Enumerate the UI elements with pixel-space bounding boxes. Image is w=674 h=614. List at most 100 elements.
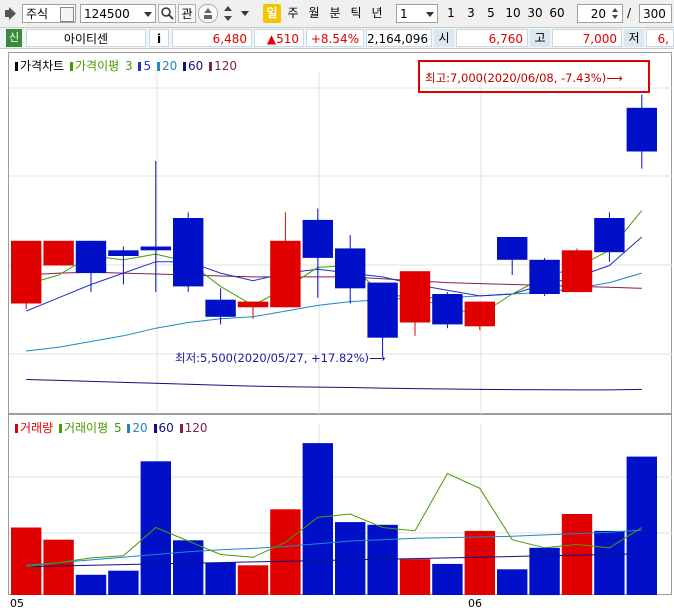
interval-3[interactable]: 3 [463, 4, 479, 23]
credit-badge: 신 [6, 29, 22, 47]
updown-spinner[interactable] [220, 4, 236, 23]
change-rate: +8.54% [306, 29, 364, 47]
candle-body [561, 250, 593, 293]
candle-body [108, 250, 139, 256]
link-icon [204, 8, 212, 19]
price-ma-label: 가격이평 [75, 59, 120, 73]
volume-chart-panel[interactable]: 거래량 거래이평 5 20 60 120 [8, 414, 673, 596]
trade-volume: 2,164,096 [366, 29, 432, 47]
legend-marker [127, 424, 131, 433]
current-price: 6,480 [172, 29, 252, 47]
legend-marker [138, 62, 142, 71]
market-select[interactable]: 주식 [22, 4, 76, 23]
chevron-down-icon [241, 11, 249, 16]
legend-marker [153, 424, 157, 433]
period-year[interactable]: 년 [368, 4, 386, 23]
low-price: 6, [646, 29, 674, 47]
price-chart-title: 가격차트 [20, 59, 65, 73]
interval-60[interactable]: 60 [547, 4, 567, 23]
count-value: 20 [590, 7, 606, 21]
price-ma-20: 20 [161, 59, 178, 73]
volume-bar [594, 530, 625, 595]
candle-body [237, 301, 269, 308]
volume-bar [75, 574, 107, 596]
candle-body [626, 107, 657, 152]
dropdown-button[interactable] [238, 4, 252, 23]
candle-body [529, 259, 560, 294]
volume-ma-60: 60 [158, 421, 174, 435]
link-button[interactable] [198, 4, 218, 23]
candle-body [270, 240, 301, 308]
volume-ma-120: 120 [184, 421, 208, 435]
volume-bar [108, 570, 139, 595]
info-icon[interactable]: i [149, 29, 169, 47]
price-ma-120: 120 [214, 59, 238, 73]
candle-body [432, 294, 463, 325]
market-value: 주식 [26, 7, 49, 21]
volume-bar [302, 443, 333, 595]
dock-arrow-icon[interactable] [4, 4, 18, 23]
interval-1[interactable]: 1 [443, 4, 459, 23]
volume-bar [497, 569, 528, 595]
legend-marker [209, 62, 213, 71]
volume-bar [173, 540, 204, 595]
search-button[interactable] [158, 4, 176, 23]
spin-arrows-icon [612, 8, 618, 19]
candle-body [205, 299, 236, 317]
count-input[interactable]: 20 [577, 4, 623, 23]
period-minute[interactable]: 분 [326, 4, 344, 23]
candle-body [140, 246, 171, 251]
slash-separator: / [627, 6, 632, 20]
stock-info-bar: 신 아이티센 i 6,480 ▲510 +8.54% 2,164,096 시 6… [0, 28, 674, 49]
period-week[interactable]: 주 [284, 4, 302, 23]
volume-chart-title: 거래량 [20, 421, 54, 435]
interval-5[interactable]: 5 [483, 4, 499, 23]
magnifier-icon [161, 7, 174, 20]
period-month[interactable]: 월 [305, 4, 323, 23]
chevron-down-icon [426, 12, 434, 17]
candle-body [302, 219, 333, 258]
period-tick[interactable]: 틱 [347, 4, 365, 23]
price-legend: 가격차트 가격이평 3 5 20 60 120 [15, 57, 239, 74]
high-price: 7,000 [552, 29, 622, 47]
total-count-value: 300 [643, 7, 666, 21]
low-label: 저 [624, 29, 644, 47]
min-price-annotation: 최저:5,500(2020/05/27, +17.82%)⟶ [175, 351, 386, 365]
price-ma-60: 60 [188, 59, 204, 73]
volume-ma-label: 거래이평 [63, 421, 109, 435]
volume-ma-20: 20 [132, 421, 148, 435]
total-count-input[interactable]: 300 [639, 4, 672, 23]
code-input[interactable]: 124500 [80, 4, 156, 23]
x-axis-label-june: 06 [468, 597, 482, 610]
volume-bar [270, 509, 301, 595]
candle-body [335, 248, 366, 289]
volume-bar [11, 527, 42, 595]
chevron-down-icon [144, 12, 152, 17]
candle-body [464, 301, 495, 327]
watch-button[interactable]: 관 [178, 4, 196, 23]
interval-30[interactable]: 30 [525, 4, 545, 23]
period-day[interactable]: 일 [263, 4, 281, 23]
high-label: 고 [530, 29, 550, 47]
candle-body [497, 237, 528, 260]
code-value: 124500 [84, 7, 130, 21]
x-axis-label-may: 05 [10, 597, 24, 610]
candle-body [399, 271, 431, 323]
volume-bar [237, 565, 269, 595]
stock-name[interactable]: 아이티센 [26, 29, 146, 47]
interval-select[interactable]: 1 [396, 4, 438, 23]
volume-bar [399, 559, 431, 595]
chevron-down-icon [60, 7, 74, 22]
volume-chart-canvas[interactable] [9, 415, 673, 596]
interval-10[interactable]: 10 [503, 4, 523, 23]
ma60-line [26, 379, 642, 391]
volume-bar [205, 562, 236, 595]
candle-body [367, 282, 398, 338]
candle-body [11, 240, 42, 304]
volume-bar [43, 539, 74, 595]
updown-arrow-icon [224, 6, 232, 21]
toolbar: 주식 124500 관 일 주 월 분 틱 년 1 1 3 5 10 30 60… [0, 0, 674, 28]
price-change: ▲510 [254, 29, 304, 47]
interval-value: 1 [400, 7, 408, 21]
volume-legend: 거래량 거래이평 5 20 60 120 [15, 419, 210, 436]
